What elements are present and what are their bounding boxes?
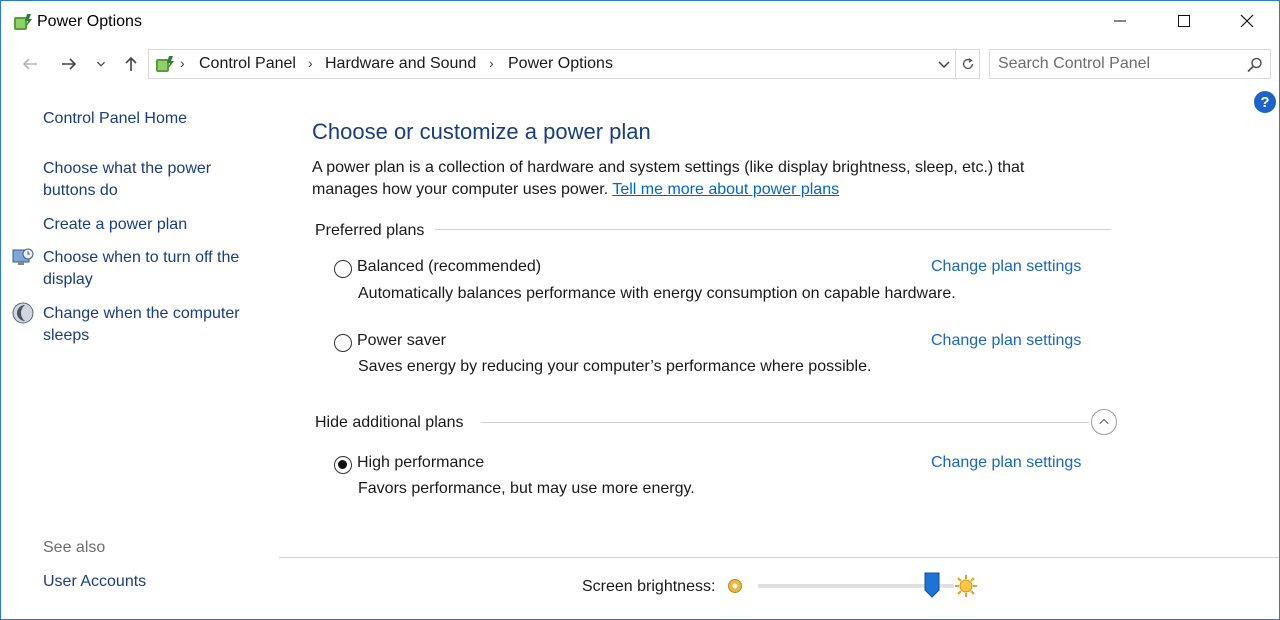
chevron-up-icon [1099, 418, 1109, 425]
power-buttons-link[interactable]: Choose what the power buttons do [43, 158, 263, 202]
screen-brightness-label: Screen brightness: [582, 578, 716, 595]
balanced-plan-description: Automatically balances performance with … [358, 285, 956, 302]
computer-sleeps-link[interactable]: Change when the computer sleeps [43, 303, 263, 347]
address-dropdown-icon[interactable] [935, 56, 953, 74]
navigation-bar: › Control Panel › Hardware and Sound › P… [1, 43, 1279, 87]
back-arrow-icon [22, 58, 37, 70]
sleep-moon-icon [11, 301, 35, 325]
power-options-icon [11, 11, 33, 33]
close-icon [1240, 14, 1254, 28]
search-icon[interactable] [1246, 56, 1264, 74]
preferred-divider [435, 229, 1111, 230]
back-button[interactable] [19, 53, 41, 75]
high-performance-plan-description: Favors performance, but may use more ene… [358, 480, 695, 497]
page-title: Choose or customize a power plan [312, 119, 651, 144]
power-saver-change-settings-link[interactable]: Change plan settings [931, 332, 1081, 350]
turn-off-display-link[interactable]: Choose when to turn off the display [43, 247, 263, 291]
additional-divider [481, 422, 1089, 423]
forward-arrow-icon [62, 58, 77, 70]
maximize-icon [1178, 15, 1190, 27]
breadcrumb-control-panel[interactable]: Control Panel [199, 55, 296, 73]
up-button[interactable] [120, 53, 142, 75]
brightness-bar: Screen brightness: [279, 557, 1279, 619]
intro-text: A power plan is a collection of hardware… [312, 157, 1072, 201]
breadcrumb-separator-icon: › [308, 55, 313, 71]
user-accounts-link[interactable]: User Accounts [43, 571, 263, 593]
collapse-button[interactable] [1091, 409, 1117, 435]
chevron-down-icon [97, 61, 105, 67]
power-plans-help-link[interactable]: Tell me more about power plans [612, 181, 839, 198]
maximize-button[interactable] [1152, 1, 1216, 41]
breadcrumb-hardware-and-sound[interactable]: Hardware and Sound [325, 55, 476, 73]
window-title: Power Options [37, 13, 142, 30]
create-power-plan-link[interactable]: Create a power plan [43, 214, 263, 236]
balanced-change-settings-link[interactable]: Change plan settings [931, 258, 1081, 276]
power-options-window: Power Options › Control Panel › Hardware… [0, 0, 1280, 620]
hide-additional-plans-heading[interactable]: Hide additional plans [315, 414, 464, 432]
title-bar: Power Options [1, 1, 1279, 43]
bright-sun-icon [955, 575, 977, 597]
high-performance-radio[interactable] [334, 456, 352, 474]
preferred-plans-heading: Preferred plans [315, 222, 425, 240]
control-panel-icon [153, 53, 175, 75]
left-task-pane: Control Panel Home Choose what the power… [1, 87, 279, 619]
power-saver-radio[interactable] [334, 334, 352, 352]
recent-locations-button[interactable] [93, 53, 109, 75]
address-bar[interactable]: › Control Panel › Hardware and Sound › P… [148, 49, 980, 79]
close-button[interactable] [1215, 1, 1279, 41]
minimize-icon [1114, 20, 1126, 22]
high-performance-change-settings-link[interactable]: Change plan settings [931, 454, 1081, 472]
display-monitor-icon [11, 246, 35, 270]
up-arrow-icon [125, 56, 137, 71]
power-saver-plan-description: Saves energy by reducing your computer’s… [358, 358, 872, 375]
breadcrumb-power-options[interactable]: Power Options [508, 55, 613, 73]
refresh-icon [962, 58, 973, 70]
brightness-slider-thumb[interactable] [924, 572, 940, 598]
control-panel-home-link[interactable]: Control Panel Home [43, 108, 263, 130]
power-saver-plan-name[interactable]: Power saver [357, 332, 446, 350]
high-performance-plan-name[interactable]: High performance [357, 454, 484, 472]
forward-button[interactable] [58, 53, 80, 75]
dim-sun-icon [728, 579, 742, 593]
balanced-plan-name[interactable]: Balanced (recommended) [357, 258, 541, 276]
see-also-heading: See also [43, 539, 106, 556]
breadcrumb-separator-icon: › [180, 55, 185, 71]
search-input[interactable] [990, 50, 1240, 78]
minimize-button[interactable] [1088, 1, 1152, 41]
breadcrumb-separator-icon: › [489, 55, 494, 71]
refresh-button[interactable] [955, 49, 979, 79]
balanced-radio[interactable] [334, 260, 352, 278]
main-content: Choose or customize a power plan A power… [279, 87, 1279, 557]
search-box [989, 49, 1271, 79]
